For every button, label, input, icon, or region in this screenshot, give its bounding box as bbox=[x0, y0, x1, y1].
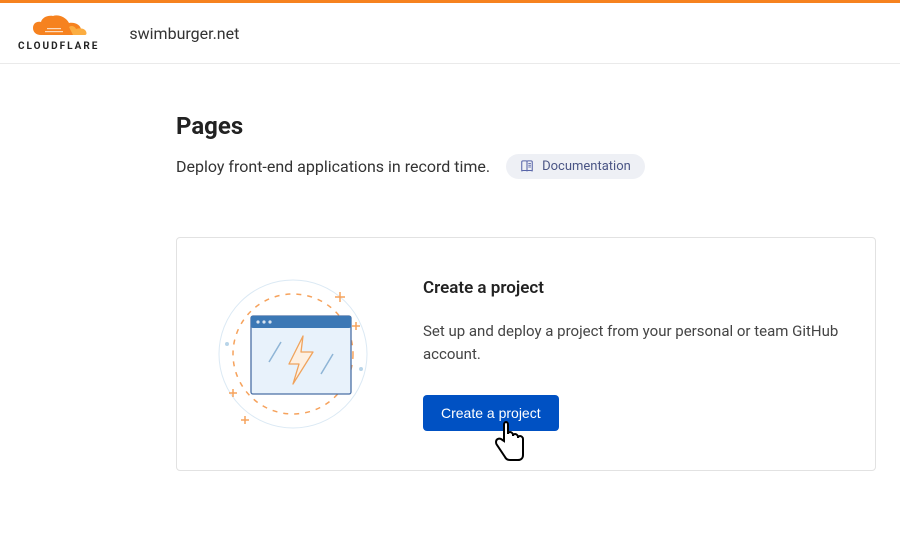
create-project-button[interactable]: Create a project bbox=[423, 395, 559, 431]
card-description: Set up and deploy a project from your pe… bbox=[423, 320, 839, 365]
cloudflare-cloud-icon bbox=[31, 15, 87, 39]
page-title: Pages bbox=[176, 112, 876, 140]
cloudflare-logo[interactable]: CLOUDFLARE bbox=[18, 15, 99, 52]
documentation-link[interactable]: Documentation bbox=[506, 154, 645, 179]
create-project-button-label: Create a project bbox=[441, 405, 541, 421]
card-content: Create a project Set up and deploy a pro… bbox=[423, 274, 839, 431]
cloudflare-wordmark: CLOUDFLARE bbox=[18, 41, 99, 52]
project-illustration bbox=[213, 274, 373, 434]
card-title: Create a project bbox=[423, 278, 839, 298]
cursor-hand-icon bbox=[488, 419, 528, 467]
page-subtitle: Deploy front-end applications in record … bbox=[176, 157, 490, 176]
book-icon bbox=[520, 160, 534, 174]
create-project-card: Create a project Set up and deploy a pro… bbox=[176, 237, 876, 471]
domain-name[interactable]: swimburger.net bbox=[129, 24, 239, 43]
subtitle-row: Deploy front-end applications in record … bbox=[176, 154, 876, 179]
header: CLOUDFLARE swimburger.net bbox=[0, 3, 900, 64]
documentation-label: Documentation bbox=[542, 159, 631, 174]
main-content: Pages Deploy front-end applications in r… bbox=[176, 64, 876, 471]
